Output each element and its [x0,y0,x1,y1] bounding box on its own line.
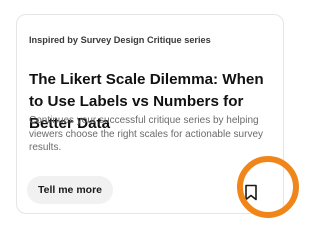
tell-me-more-button[interactable]: Tell me more [27,176,113,204]
bookmark-button[interactable] [236,177,266,207]
inspired-by-label: Inspired by Survey Design Critique serie… [29,35,211,45]
bookmark-icon [244,184,258,201]
suggestion-card: Inspired by Survey Design Critique serie… [16,14,284,214]
card-description: Continues your successful critique serie… [29,115,264,153]
